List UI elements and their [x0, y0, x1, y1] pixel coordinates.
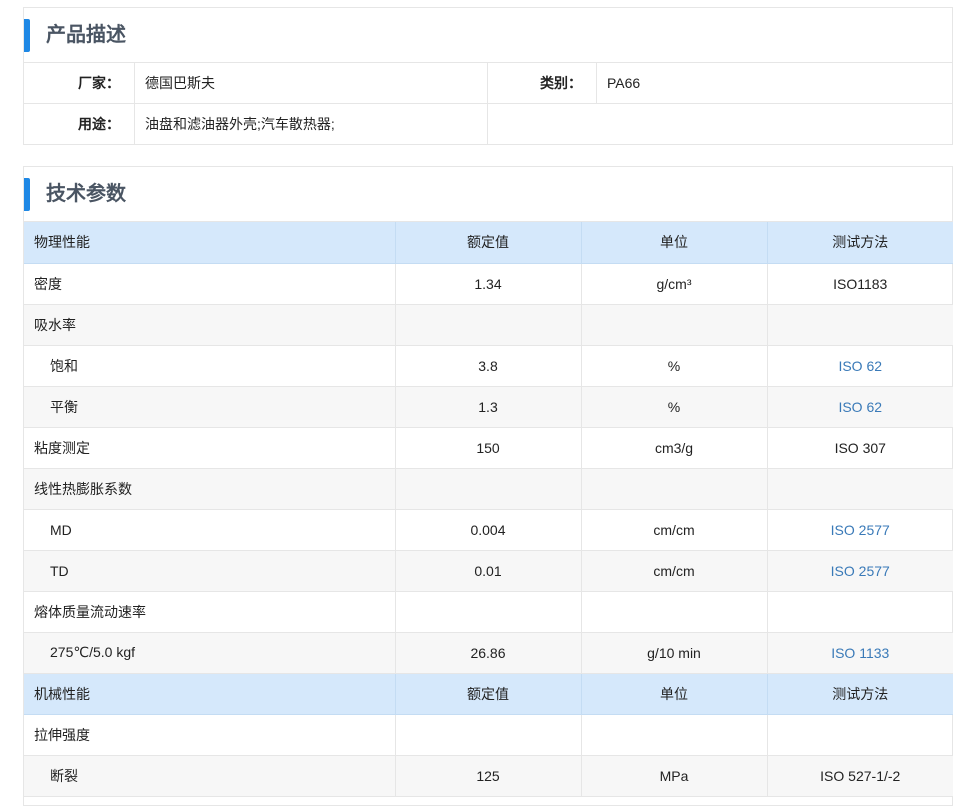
property-name: 275℃/5.0 kgf [24, 632, 396, 674]
technical-parameters-card: 技术参数 物理性能 额定值 单位 测试方法 密度 1.34 g/cm³ ISO1183 吸水率饱… [23, 166, 953, 806]
property-name: 平衡 [24, 386, 396, 428]
property-name: 饱和 [24, 345, 396, 387]
table-row: 吸水率 [24, 304, 953, 346]
rated-value [395, 304, 582, 346]
description-title: 产品描述 [46, 24, 126, 46]
table-row: TD 0.01 cm/cm ISO 2577 [24, 550, 953, 592]
unit [581, 304, 768, 346]
table-row: 粘度测定 150 cm3/g ISO 307 [24, 427, 953, 469]
header-accent-bar [24, 19, 30, 52]
rated-value: 125 [395, 755, 582, 797]
test-method-cell: ISO 62 [767, 345, 953, 387]
category-value: PA66 [607, 75, 641, 91]
test-method-cell [767, 468, 953, 510]
section-header-value: 额定值 [395, 222, 582, 264]
test-method-link[interactable]: ISO 62 [838, 358, 882, 374]
rated-value [395, 714, 582, 756]
property-name: 线性热膨胀系数 [24, 468, 396, 510]
table-row: 饱和 3.8% ISO 62 [24, 345, 953, 387]
table-row: 断裂 125 MPa ISO 527-1/-2 [24, 755, 953, 797]
desc-row-usage: 用途： 油盘和滤油器外壳;汽车散热器; [24, 104, 952, 145]
rated-value: 26.86 [395, 632, 582, 674]
rated-value: 0.01 [395, 550, 582, 592]
product-description-card: 产品描述 厂家： 德国巴斯夫 类别： PA66 用途： 油盘和滤油器外壳;汽车散… [23, 7, 953, 145]
table-row: 线性热膨胀系数 [24, 468, 953, 510]
section-header-row: 机械性能 额定值 单位 测试方法 [24, 673, 953, 715]
unit: % [581, 386, 768, 428]
test-method-cell: ISO 307 [767, 427, 953, 469]
test-method-link[interactable]: ISO 2577 [831, 563, 890, 579]
parameters-table: 物理性能 额定值 单位 测试方法 密度 1.34 g/cm³ ISO1183 吸水率 饱和 3.8%… [24, 222, 953, 797]
section-header-value: 额定值 [395, 673, 582, 715]
test-method-cell [767, 304, 953, 346]
property-name: 密度 [24, 263, 396, 305]
test-method-link[interactable]: ISO 2577 [831, 522, 890, 538]
test-method-cell: ISO 527-1/-2 [767, 755, 953, 797]
unit: g/10 min [581, 632, 768, 674]
section-header-unit: 单位 [581, 222, 768, 264]
desc-row-manufacturer: 厂家： 德国巴斯夫 类别： PA66 [24, 63, 952, 104]
description-header: 产品描述 [24, 8, 952, 63]
section-header-name: 机械性能 [24, 673, 396, 715]
unit [581, 714, 768, 756]
property-name: 吸水率 [24, 304, 396, 346]
test-method-link[interactable]: ISO 62 [838, 399, 882, 415]
manufacturer-label: 厂家： [24, 63, 135, 103]
unit [581, 468, 768, 510]
section-header-row: 物理性能 额定值 单位 测试方法 [24, 222, 953, 264]
tech-header: 技术参数 [24, 167, 952, 222]
table-row: 熔体质量流动速率 [24, 591, 953, 633]
unit [581, 591, 768, 633]
rated-value [395, 591, 582, 633]
property-name: 断裂 [24, 755, 396, 797]
test-method-cell [767, 591, 953, 633]
unit: cm/cm [581, 509, 768, 551]
section-header-method: 测试方法 [767, 673, 953, 715]
rated-value: 1.34 [395, 263, 582, 305]
property-name: 熔体质量流动速率 [24, 591, 396, 633]
category-label: 类别： [488, 63, 597, 103]
table-row: 拉伸强度 [24, 714, 953, 756]
rated-value: 1.3 [395, 386, 582, 428]
test-method-cell: ISO1183 [767, 263, 953, 305]
tech-title: 技术参数 [46, 183, 126, 205]
rated-value: 0.004 [395, 509, 582, 551]
rated-value [395, 468, 582, 510]
rated-value: 150 [395, 427, 582, 469]
usage-label: 用途： [24, 104, 135, 145]
rated-value: 3.8 [395, 345, 582, 387]
section-header-method: 测试方法 [767, 222, 953, 264]
section-header-name: 物理性能 [24, 222, 396, 264]
unit: cm/cm [581, 550, 768, 592]
test-method-cell: ISO 1133 [767, 632, 953, 674]
property-name: 粘度测定 [24, 427, 396, 469]
header-accent-bar [24, 178, 30, 211]
test-method-cell: ISO 62 [767, 386, 953, 428]
property-name: 拉伸强度 [24, 714, 396, 756]
table-row: 密度 1.34 g/cm³ ISO1183 [24, 263, 953, 305]
test-method-link[interactable]: ISO 1133 [831, 645, 889, 661]
manufacturer-value: 德国巴斯夫 [135, 63, 488, 103]
unit: % [581, 345, 768, 387]
test-method-cell: ISO 2577 [767, 550, 953, 592]
unit: g/cm³ [581, 263, 768, 305]
unit: MPa [581, 755, 768, 797]
table-row: MD 0.004 cm/cm ISO 2577 [24, 509, 953, 551]
property-name: MD [24, 509, 396, 551]
table-row: 平衡 1.3% ISO 62 [24, 386, 953, 428]
table-row: 275℃/5.0 kgf 26.86 g/10 min ISO 1133 [24, 632, 953, 674]
property-name: TD [24, 550, 396, 592]
test-method-cell [767, 714, 953, 756]
section-header-unit: 单位 [581, 673, 768, 715]
test-method-cell: ISO 2577 [767, 509, 953, 551]
usage-value: 油盘和滤油器外壳;汽车散热器; [135, 104, 488, 145]
unit: cm3/g [581, 427, 768, 469]
